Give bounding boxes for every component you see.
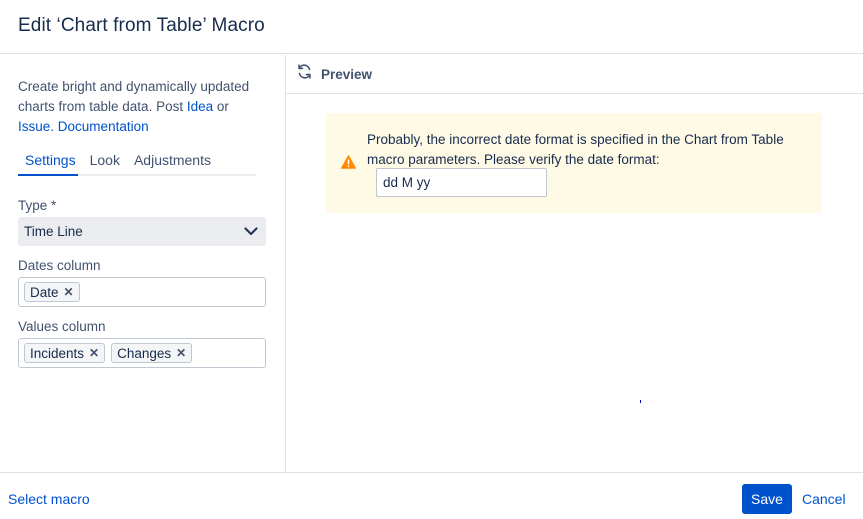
values-tag-changes: Changes ✕ bbox=[111, 343, 193, 363]
dates-column-input[interactable]: Date ✕ bbox=[18, 277, 266, 307]
cancel-button[interactable]: Cancel bbox=[802, 491, 846, 507]
preview-panel: Preview Probably, the incorrect date for… bbox=[286, 55, 863, 472]
dialog-header: Edit ‘Chart from Table’ Macro bbox=[0, 0, 863, 54]
tab-look[interactable]: Look bbox=[90, 152, 120, 174]
dialog-title: Edit ‘Chart from Table’ Macro bbox=[18, 15, 265, 36]
type-label: Type * bbox=[18, 198, 57, 213]
issue-link[interactable]: Issue bbox=[18, 119, 50, 134]
tab-adjustments[interactable]: Adjustments bbox=[134, 152, 211, 174]
chart-artifact bbox=[640, 400, 641, 403]
remove-tag-icon[interactable]: ✕ bbox=[176, 346, 186, 360]
or-text: or bbox=[213, 99, 229, 114]
values-tag-incidents: Incidents ✕ bbox=[24, 343, 106, 363]
dialog-footer: Select macro Save Cancel bbox=[0, 472, 863, 519]
remove-tag-icon[interactable]: ✕ bbox=[64, 285, 74, 299]
settings-panel: Create bright and dynamically updated ch… bbox=[0, 55, 286, 472]
dates-tag: Date ✕ bbox=[24, 282, 80, 302]
refresh-icon[interactable] bbox=[296, 63, 313, 85]
date-format-input[interactable] bbox=[376, 168, 547, 197]
save-button[interactable]: Save bbox=[742, 484, 792, 514]
select-macro-link[interactable]: Select macro bbox=[8, 491, 90, 507]
preview-header: Preview bbox=[286, 55, 863, 94]
dialog-body: Create bright and dynamically updated ch… bbox=[0, 55, 863, 472]
warning-icon bbox=[341, 155, 356, 174]
macro-dialog: Edit ‘Chart from Table’ Macro Create bri… bbox=[0, 0, 863, 519]
chevron-down-icon bbox=[244, 224, 258, 239]
preview-label: Preview bbox=[321, 66, 373, 82]
settings-tabs: Settings Look Adjustments bbox=[18, 152, 256, 176]
dates-tag-label: Date bbox=[30, 284, 59, 300]
tab-settings[interactable]: Settings bbox=[18, 152, 78, 176]
values-column-label: Values column bbox=[18, 319, 106, 334]
values-tag-label: Incidents bbox=[30, 345, 85, 361]
remove-tag-icon[interactable]: ✕ bbox=[89, 346, 99, 360]
values-column-input[interactable]: Incidents ✕ Changes ✕ bbox=[18, 338, 266, 368]
macro-description: Create bright and dynamically updated ch… bbox=[18, 77, 265, 137]
dates-column-label: Dates column bbox=[18, 258, 101, 273]
idea-link[interactable]: Idea bbox=[187, 99, 213, 114]
type-select-value: Time Line bbox=[24, 224, 83, 239]
warning-message: Probably, the incorrect date format is s… bbox=[367, 132, 784, 167]
values-tag-label: Changes bbox=[117, 345, 172, 361]
date-format-warning: Probably, the incorrect date format is s… bbox=[326, 113, 822, 213]
period-text: . bbox=[50, 119, 58, 134]
documentation-link[interactable]: Documentation bbox=[58, 119, 149, 134]
type-select[interactable]: Time Line bbox=[18, 217, 266, 246]
